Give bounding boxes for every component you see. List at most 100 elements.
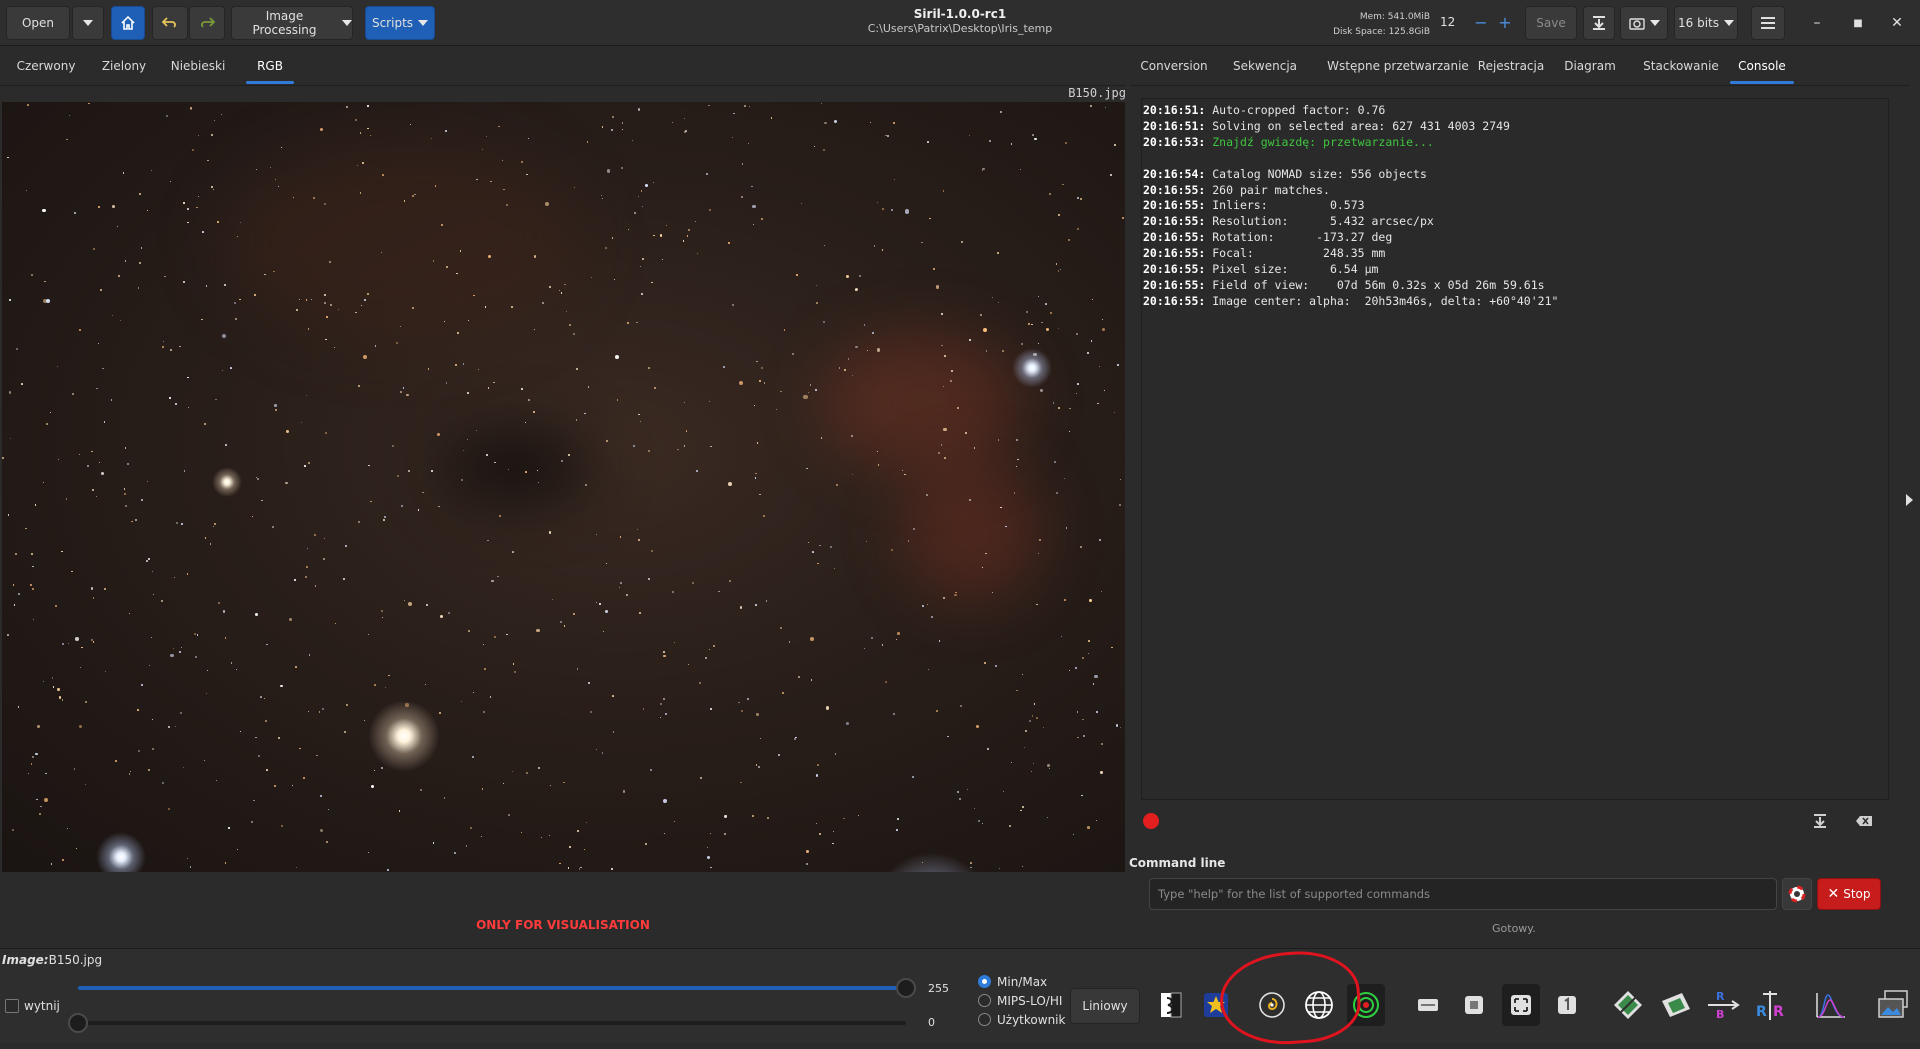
tool-button-3[interactable] — [1502, 984, 1540, 1026]
log-message: Inliers: 0.573 — [1212, 198, 1365, 213]
star — [264, 273, 266, 275]
tool-button-2[interactable] — [1455, 984, 1493, 1026]
expand-panel-arrow-icon[interactable] — [1906, 494, 1913, 506]
high-slider-knob[interactable] — [896, 978, 916, 998]
cut-checkbox-label: wytnij — [24, 999, 60, 1013]
tool-button-1[interactable] — [1409, 984, 1447, 1026]
star — [904, 209, 909, 214]
star — [369, 134, 372, 137]
star — [767, 817, 770, 819]
rotate-icon — [1558, 996, 1576, 1014]
tab-green[interactable]: Zielony — [92, 48, 156, 86]
star — [708, 401, 710, 403]
cut-checkbox[interactable] — [5, 999, 19, 1013]
star — [314, 533, 317, 536]
snapshot-menu[interactable] — [1620, 6, 1668, 40]
high-slider-track[interactable] — [78, 986, 906, 990]
color-map-button[interactable] — [1197, 984, 1235, 1026]
low-slider-knob[interactable] — [68, 1013, 88, 1033]
star — [445, 382, 448, 384]
thread-count-field[interactable]: 12 — [1436, 8, 1470, 36]
command-input[interactable]: Type "help" for the list of supported co… — [1149, 878, 1777, 910]
star — [639, 421, 641, 423]
star — [746, 697, 749, 700]
tab-registration[interactable]: Rejestracja — [1468, 48, 1554, 86]
star — [205, 693, 207, 695]
help-button[interactable] — [1782, 878, 1812, 910]
image-display-button[interactable] — [1874, 984, 1912, 1026]
star — [1021, 342, 1024, 345]
tab-plot[interactable]: Diagram — [1558, 48, 1622, 86]
close-button[interactable]: ✕ — [1880, 6, 1914, 40]
scripts-menu[interactable]: Scripts — [365, 6, 435, 40]
open-button[interactable]: Open — [6, 6, 70, 40]
select-area-icon — [1511, 995, 1531, 1015]
console-log[interactable]: 20:16:51: Auto-cropped factor: 0.76 20:16… — [1141, 98, 1889, 800]
star — [622, 129, 624, 131]
svg-text:R: R — [1716, 990, 1725, 1003]
star — [683, 131, 686, 134]
mirror-y-button[interactable] — [1657, 984, 1695, 1026]
tab-sequence[interactable]: Sekwencja — [1226, 48, 1304, 86]
tab-conversion[interactable]: Conversion — [1134, 48, 1214, 86]
star — [223, 610, 226, 613]
minimize-button[interactable]: – — [1800, 6, 1834, 40]
star — [795, 736, 797, 738]
annotate-objects-button[interactable] — [1347, 984, 1385, 1026]
radio-mips[interactable] — [978, 994, 991, 1007]
star — [611, 236, 614, 239]
save-as-button[interactable] — [1583, 6, 1615, 40]
star — [561, 460, 563, 462]
star — [482, 644, 484, 646]
home-button[interactable] — [111, 6, 145, 40]
star — [1036, 716, 1039, 719]
tab-blue[interactable]: Niebieski — [164, 48, 232, 86]
tab-preprocessing[interactable]: Wstępne przetwarzanie — [1316, 48, 1480, 86]
star — [173, 576, 175, 578]
main-menu-button[interactable] — [1751, 6, 1785, 40]
tab-stacking[interactable]: Stackowanie — [1632, 48, 1730, 86]
astro-image-canvas[interactable] — [2, 102, 1125, 872]
star — [168, 807, 171, 811]
scale-mode-combo[interactable]: Liniowy — [1070, 988, 1140, 1024]
star — [625, 594, 628, 597]
star — [100, 471, 104, 476]
save-button[interactable]: Save — [1525, 6, 1577, 40]
undo-button[interactable] — [152, 6, 188, 40]
tab-rgb[interactable]: RGB — [246, 48, 294, 86]
photometric-calibration-button[interactable] — [1253, 984, 1291, 1026]
clear-console-button[interactable] — [1854, 812, 1874, 830]
star — [1089, 598, 1093, 602]
maximize-button[interactable]: ■ — [1841, 6, 1875, 40]
radio-user[interactable] — [978, 1013, 991, 1026]
mirror-x-button[interactable] — [1609, 984, 1647, 1026]
stop-button[interactable]: ✕ Stop — [1817, 878, 1881, 910]
radio-minmax[interactable] — [978, 975, 991, 988]
image-processing-menu[interactable]: Image Processing — [231, 6, 353, 40]
bit-depth-menu[interactable]: 16 bits — [1674, 6, 1738, 40]
tab-console[interactable]: Console — [1730, 48, 1794, 86]
high-value: 255 — [928, 982, 949, 995]
star — [761, 218, 763, 220]
tab-red[interactable]: Czerwony — [8, 48, 84, 86]
save-log-button[interactable] — [1810, 812, 1830, 830]
star — [887, 134, 890, 137]
star — [274, 178, 277, 180]
record-dot-icon[interactable] — [1143, 813, 1159, 829]
star — [538, 766, 541, 769]
open-recent-dropdown[interactable] — [72, 6, 104, 40]
histogram-button[interactable] — [1812, 984, 1850, 1026]
resource-info: Mem: 541.0MiB Disk Space: 125.8GiB — [1330, 10, 1430, 40]
low-slider-track[interactable] — [78, 1021, 906, 1025]
redo-button[interactable] — [189, 6, 225, 40]
star — [195, 656, 197, 658]
log-line: 20:16:55: Image center: alpha: 20h53m46s… — [1143, 294, 1887, 310]
plate-solve-button[interactable] — [1300, 984, 1338, 1026]
increment-button[interactable]: + — [1490, 8, 1520, 36]
negative-view-button[interactable] — [1152, 984, 1190, 1026]
tool-button-4[interactable] — [1548, 984, 1586, 1026]
split-channels-button[interactable]: RR — [1751, 984, 1789, 1026]
star — [627, 228, 630, 231]
rotate-90-button[interactable]: RB — [1704, 984, 1742, 1026]
star — [1049, 193, 1051, 195]
